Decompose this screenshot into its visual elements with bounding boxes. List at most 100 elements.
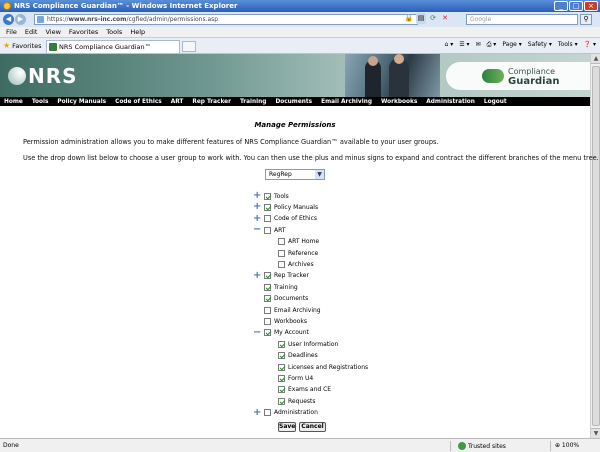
expand-plus-icon[interactable]: +: [253, 270, 261, 280]
permission-checkbox[interactable]: [278, 238, 285, 246]
back-button[interactable]: ◀: [3, 14, 14, 25]
nav-training[interactable]: Training: [240, 99, 266, 105]
collapse-minus-icon[interactable]: −: [253, 327, 261, 337]
tree-item: ART Home: [278, 237, 319, 247]
favorites-button[interactable]: ★ Favorites: [3, 41, 42, 50]
cancel-button[interactable]: Cancel: [299, 422, 326, 432]
permission-checkbox[interactable]: [264, 215, 271, 223]
menu-tools[interactable]: Tools: [106, 28, 122, 36]
maximize-button[interactable]: □: [569, 1, 583, 11]
help-menu[interactable]: ❓ ▾: [584, 41, 596, 49]
chevron-down-icon[interactable]: ▼: [315, 170, 324, 179]
nav-tools[interactable]: Tools: [32, 99, 49, 105]
window-controls: _ □ ×: [554, 1, 598, 11]
page-title: Manage Permissions: [254, 121, 336, 129]
search-icon[interactable]: ⚲: [580, 14, 592, 25]
permission-checkbox[interactable]: [278, 260, 285, 268]
cg-mark-icon: [482, 69, 504, 83]
user-group-select[interactable]: RegRep ▼: [265, 169, 325, 180]
menu-favorites[interactable]: Favorites: [69, 28, 98, 36]
mail-icon[interactable]: ✉: [476, 41, 481, 49]
permission-checkbox[interactable]: [264, 283, 271, 291]
nav-art[interactable]: ART: [171, 99, 184, 105]
permission-checkbox[interactable]: [264, 409, 271, 417]
feeds-icon[interactable]: ☰ ▾: [459, 41, 469, 49]
window-titlebar: NRS Compliance Guardian™ - Windows Inter…: [0, 0, 600, 12]
tree-item-label: Reference: [288, 249, 319, 257]
tools-menu[interactable]: Tools ▾: [558, 41, 578, 49]
save-button[interactable]: Save: [278, 422, 296, 432]
scroll-down-icon[interactable]: ▼: [591, 428, 600, 438]
page-scrollbar[interactable]: ▲ ▼: [590, 54, 600, 438]
minimize-button[interactable]: _: [554, 1, 568, 11]
zoom-level[interactable]: ⊕ 100%: [555, 442, 579, 449]
menu-file[interactable]: File: [6, 28, 17, 36]
permission-checkbox[interactable]: [264, 295, 271, 303]
tree-item: Documents: [264, 294, 308, 304]
permission-checkbox[interactable]: [264, 203, 271, 211]
permission-checkbox[interactable]: [264, 306, 271, 314]
permission-checkbox[interactable]: [278, 249, 285, 257]
tree-item-label: Licenses and Registrations: [288, 363, 369, 371]
menu-help[interactable]: Help: [130, 28, 145, 36]
lock-icon[interactable]: 🔒: [404, 13, 414, 24]
forward-button[interactable]: ▶: [15, 14, 26, 25]
permission-checkbox[interactable]: [264, 329, 271, 337]
search-input[interactable]: Google: [466, 14, 578, 25]
home-icon[interactable]: ⌂ ▾: [445, 41, 454, 49]
safety-menu[interactable]: Safety ▾: [528, 41, 552, 49]
expand-plus-icon[interactable]: +: [253, 191, 261, 201]
command-bar: ⌂ ▾ ☰ ▾ ✉ ⎙ ▾ Page ▾ Safety ▾ Tools ▾ ❓ …: [445, 41, 596, 49]
tree-item: Rep Tracker: [264, 271, 309, 281]
nav-workbooks[interactable]: Workbooks: [381, 99, 417, 105]
tree-item-label: Training: [274, 283, 298, 291]
permission-checkbox[interactable]: [278, 374, 285, 382]
url-host: www.nrs-inc.com: [68, 16, 127, 23]
tab-title: NRS Compliance Guardian™: [59, 43, 152, 51]
permission-checkbox[interactable]: [264, 226, 271, 234]
tree-item: My Account: [264, 328, 309, 338]
close-button[interactable]: ×: [584, 1, 598, 11]
tree-item-label: Deadlines: [288, 352, 318, 360]
expand-plus-icon[interactable]: +: [253, 407, 261, 417]
permission-checkbox[interactable]: [278, 352, 285, 360]
nav-logout[interactable]: Logout: [484, 99, 507, 105]
nav-email-archiving[interactable]: Email Archiving: [321, 99, 372, 105]
nav-code-of-ethics[interactable]: Code of Ethics: [115, 99, 162, 105]
site-banner: NRS Compliance Guardian: [0, 54, 600, 97]
tree-item: Code of Ethics: [264, 214, 317, 224]
nav-home[interactable]: Home: [4, 99, 23, 105]
permission-checkbox[interactable]: [264, 272, 271, 280]
permission-checkbox[interactable]: [264, 192, 271, 200]
permission-checkbox[interactable]: [278, 386, 285, 394]
tree-item-label: Policy Manuals: [274, 203, 319, 211]
permission-checkbox[interactable]: [278, 340, 285, 348]
nav-rep-tracker[interactable]: Rep Tracker: [192, 99, 231, 105]
address-bar[interactable]: https://www.nrs-inc.com/cgfied/admin/per…: [34, 14, 418, 25]
collapse-minus-icon[interactable]: −: [253, 225, 261, 235]
refresh-icon[interactable]: ⟳: [428, 13, 438, 24]
permission-checkbox[interactable]: [264, 317, 271, 325]
nrs-logo[interactable]: NRS: [8, 64, 78, 88]
address-row: ◀ ▶ https://www.nrs-inc.com/cgfied/admin…: [0, 12, 600, 27]
tree-item-label: ART Home: [288, 238, 320, 246]
security-zone[interactable]: Trusted sites: [458, 442, 506, 450]
nav-documents[interactable]: Documents: [275, 99, 312, 105]
new-tab-button[interactable]: [182, 41, 196, 52]
print-icon[interactable]: ⎙ ▾: [487, 41, 497, 49]
page-menu[interactable]: Page ▾: [502, 41, 521, 49]
scroll-up-icon[interactable]: ▲: [591, 54, 600, 64]
expand-plus-icon[interactable]: +: [253, 213, 261, 223]
menu-edit[interactable]: Edit: [25, 28, 38, 36]
menu-bar: File Edit View Favorites Tools Help: [0, 27, 600, 38]
browser-tab[interactable]: NRS Compliance Guardian™: [46, 40, 180, 53]
stop-icon[interactable]: ✕: [440, 13, 450, 24]
expand-plus-icon[interactable]: +: [253, 202, 261, 212]
nav-administration[interactable]: Administration: [426, 99, 475, 105]
nav-policy-manuals[interactable]: Policy Manuals: [57, 99, 106, 105]
permission-checkbox[interactable]: [278, 363, 285, 371]
scroll-thumb[interactable]: [592, 66, 600, 426]
compat-view-icon[interactable]: ▤: [416, 13, 426, 24]
menu-view[interactable]: View: [45, 28, 60, 36]
permission-checkbox[interactable]: [278, 397, 285, 405]
